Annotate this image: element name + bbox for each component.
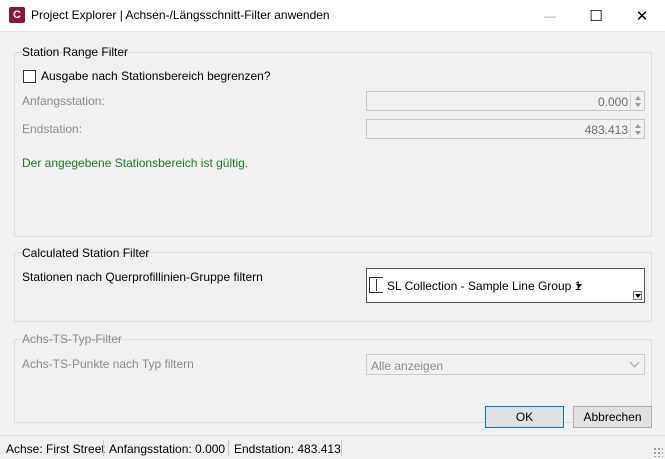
status-alignment: Achse: First Street: [6, 442, 105, 456]
achs-ts-filter-label: Achs-TS-Punkte nach Typ filtern: [22, 357, 194, 371]
chevron-down-icon: [629, 357, 640, 368]
limit-station-checkbox[interactable]: [23, 70, 36, 83]
end-station-label: Endstation:: [22, 122, 83, 136]
minimize-button[interactable]: —: [527, 0, 573, 31]
end-station-value: 483.413: [584, 123, 628, 137]
status-divider: [341, 440, 342, 456]
end-station-spinner[interactable]: 483.413: [366, 119, 645, 139]
maximize-button[interactable]: ☐: [573, 0, 619, 31]
station-range-group-title: Station Range Filter: [22, 45, 129, 59]
start-station-value: 0.000: [597, 95, 628, 109]
calculated-station-group-title: Calculated Station Filter: [22, 246, 150, 260]
scroll-down-icon[interactable]: [633, 291, 642, 300]
start-station-spinner[interactable]: 0.000: [366, 91, 645, 111]
achs-ts-type-dropdown[interactable]: Alle anzeigen: [366, 354, 645, 375]
sample-line-group-filter-label: Stationen nach Querprofillinien-Gruppe f…: [22, 270, 263, 284]
status-divider: [103, 440, 104, 456]
end-station-spin-arrows[interactable]: [630, 120, 644, 138]
close-button[interactable]: ✕: [619, 0, 665, 31]
station-range-valid-message: Der angegebene Stationsbereich ist gülti…: [22, 156, 249, 170]
title-bar: C Project Explorer | Achsen-/Längsschnit…: [0, 0, 665, 31]
spin-up-icon[interactable]: [635, 96, 641, 100]
close-icon: ✕: [635, 7, 649, 25]
status-start-station: Anfangsstation: 0.000: [109, 442, 226, 456]
window-title: Project Explorer | Achsen-/Längsschnitt-…: [31, 8, 330, 22]
sample-line-group-value: SL Collection - Sample Line Group 1: [387, 279, 582, 293]
civil3d-app-icon: C: [9, 7, 25, 23]
achs-ts-group-title: Achs-TS-Typ-Filter: [22, 332, 123, 346]
status-divider: [228, 440, 229, 456]
spin-down-icon[interactable]: [635, 131, 641, 135]
dialog-client-area: Station Range Filter Ausgabe nach Statio…: [0, 31, 665, 459]
spin-up-icon[interactable]: [635, 124, 641, 128]
cancel-button[interactable]: Abbrechen: [573, 406, 652, 428]
minimize-icon: —: [544, 8, 556, 23]
maximize-icon: ☐: [589, 7, 603, 25]
status-end-station: Endstation: 483.413: [234, 442, 341, 456]
resize-grip-icon[interactable]: [653, 447, 663, 457]
achs-ts-type-value: Alle anzeigen: [371, 359, 444, 373]
chevron-down-icon[interactable]: [576, 284, 582, 288]
sample-line-icon: [369, 277, 383, 293]
spin-down-icon[interactable]: [635, 103, 641, 107]
start-station-label: Anfangsstation:: [22, 94, 105, 108]
status-bar: Achse: First Street Anfangsstation: 0.00…: [0, 435, 665, 459]
ok-button[interactable]: OK: [485, 406, 564, 428]
limit-station-checkbox-label: Ausgabe nach Stationsbereich begrenzen?: [41, 69, 271, 83]
start-station-spin-arrows[interactable]: [630, 92, 644, 110]
sample-line-group-selector[interactable]: SL Collection - Sample Line Group 1: [366, 268, 645, 303]
